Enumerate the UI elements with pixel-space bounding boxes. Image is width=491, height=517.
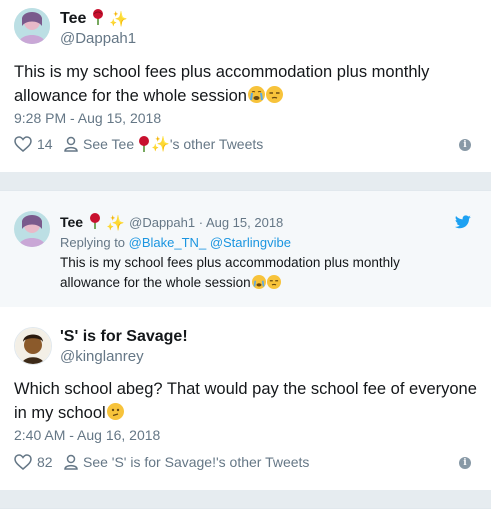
divider: [0, 172, 491, 190]
display-name[interactable]: Tee: [60, 10, 86, 27]
reply-context-text: This is my school fees plus accommodatio…: [60, 253, 440, 293]
twitter-bird-icon[interactable]: [454, 215, 471, 234]
see-other-suffix: 's other Tweets: [169, 136, 264, 152]
rose-emoji: [137, 136, 151, 152]
replying-prefix: Replying to: [60, 235, 126, 250]
sparkles-emoji: ✨: [109, 11, 128, 28]
see-other-tweets-link[interactable]: See 'S' is for Savage!'s other Tweets: [64, 454, 309, 470]
like-count: 82: [37, 454, 53, 470]
person-icon: [64, 454, 78, 470]
heart-icon: [14, 454, 32, 470]
tweet-card-1[interactable]: Tee ✨ @Dappah1 This is my school fees pl…: [0, 0, 491, 172]
info-icon[interactable]: i: [459, 139, 471, 151]
sparkles-emoji: ✨: [151, 135, 170, 153]
tweet-text-content: Which school abeg? That would pay the sc…: [14, 380, 477, 422]
reply-mention-1[interactable]: @Blake_TN_: [129, 235, 207, 250]
person-icon: [64, 136, 78, 152]
replying-to: Replying to @Blake_TN_ @Starlingvibe: [60, 235, 291, 250]
like-button[interactable]: 82: [14, 454, 53, 470]
avatar[interactable]: [14, 211, 50, 247]
like-count: 14: [37, 136, 53, 152]
display-name[interactable]: 'S' is for Savage!: [60, 328, 188, 346]
see-other-tweets-link[interactable]: See Tee ✨ 's other Tweets: [64, 136, 263, 152]
timestamp[interactable]: 9:28 PM - Aug 15, 2018: [14, 110, 161, 126]
handle[interactable]: @kinglanrey: [60, 348, 144, 365]
crying-face-emoji: [251, 275, 266, 289]
like-button[interactable]: 14: [14, 136, 53, 152]
sparkles-emoji: ✨: [106, 215, 125, 232]
tweet-text: This is my school fees plus accommodatio…: [14, 60, 434, 108]
see-other-prefix: See Tee: [83, 136, 135, 152]
heart-icon: [14, 136, 32, 152]
see-other-label: See 'S' is for Savage!'s other Tweets: [83, 454, 310, 470]
handle[interactable]: @Dappah1: [60, 30, 136, 47]
avatar[interactable]: [14, 8, 50, 44]
reply-mention-2[interactable]: @Starlingvibe: [210, 235, 291, 250]
display-name[interactable]: Tee: [60, 214, 83, 230]
reply-context-text-content: This is my school fees plus accommodatio…: [60, 255, 400, 290]
unamused-face-emoji: [266, 275, 281, 289]
tweet-text-content: This is my school fees plus accommodatio…: [14, 63, 430, 105]
timestamp[interactable]: 2:40 AM - Aug 16, 2018: [14, 427, 160, 443]
rose-emoji: [91, 9, 105, 25]
rose-emoji: [88, 213, 102, 229]
unamused-face-emoji: [265, 86, 283, 103]
tweet-text: Which school abeg? That would pay the sc…: [14, 377, 484, 425]
avatar[interactable]: [14, 327, 52, 365]
confused-face-emoji: [106, 403, 124, 420]
info-icon[interactable]: i: [459, 457, 471, 469]
crying-face-emoji: [247, 86, 265, 103]
tweet-card-2[interactable]: 'S' is for Savage! @kinglanrey Which sch…: [0, 307, 491, 490]
handle-date[interactable]: @Dappah1 · Aug 15, 2018: [129, 215, 283, 230]
reply-context-card[interactable]: Tee ✨ @Dappah1 · Aug 15, 2018 Replying t…: [0, 190, 491, 308]
